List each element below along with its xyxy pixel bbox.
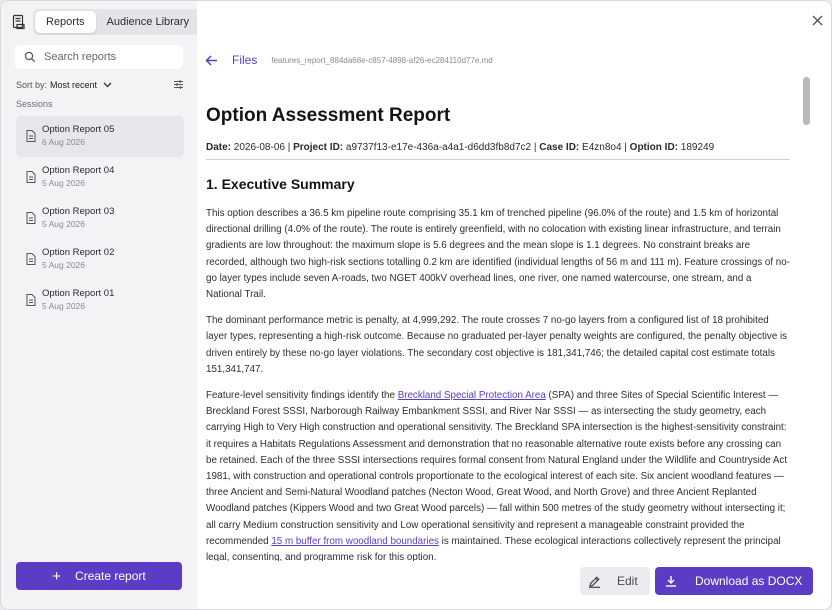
- edit-label: Edit: [617, 574, 638, 588]
- sort-value[interactable]: Most recent: [50, 80, 97, 90]
- search-input[interactable]: [44, 51, 179, 63]
- document-icon: [26, 171, 36, 183]
- breckland-spa-link[interactable]: Breckland Special Protection Area: [398, 390, 546, 401]
- document-viewer[interactable]: Option Assessment Report Date: 2026-08-0…: [197, 75, 817, 561]
- session-title: Option Report 04: [42, 165, 115, 176]
- session-title: Option Report 03: [42, 206, 115, 217]
- app-window: Reports Audience Library Sort by: Most r…: [0, 0, 832, 610]
- search-box: [15, 45, 183, 69]
- paragraph-1: This option describes a 36.5 km pipeline…: [206, 208, 790, 301]
- document-icon: [26, 253, 36, 265]
- meta-project-id: a9737f13-e17e-436a-a4a1-d6dd3fb8d7c2: [345, 142, 532, 153]
- plus-icon: +: [52, 567, 62, 585]
- session-list: Option Report 05 6 Aug 2026 Option Repor…: [16, 116, 184, 321]
- sidebar-tabs: Reports Audience Library: [33, 9, 203, 35]
- session-date: 6 Aug 2026: [42, 137, 86, 147]
- meta-date: 2026-08-06: [233, 142, 285, 153]
- session-item[interactable]: Option Report 02 5 Aug 2026: [16, 239, 184, 280]
- meta-case-label: Case ID:: [539, 142, 580, 153]
- sort-label: Sort by:: [16, 80, 48, 90]
- close-icon[interactable]: [812, 15, 823, 26]
- download-icon: [666, 576, 676, 587]
- meta-date-label: Date:: [206, 142, 232, 153]
- session-date: 5 Aug 2026: [42, 178, 86, 188]
- paragraph-2: The dominant performance metric is penal…: [206, 315, 788, 375]
- chevron-down-icon[interactable]: [103, 82, 112, 88]
- download-label: Download as DOCX: [695, 574, 803, 588]
- search-icon: [24, 51, 36, 63]
- tab-reports[interactable]: Reports: [35, 11, 96, 33]
- create-report-button[interactable]: + Create report: [16, 562, 182, 590]
- document-meta: Date: 2026-08-06 | Project ID: a9737f13-…: [206, 142, 790, 160]
- session-date: 5 Aug 2026: [42, 219, 86, 229]
- meta-project-label: Project ID:: [293, 142, 344, 153]
- reports-app-icon: [12, 14, 25, 30]
- meta-option-label: Option ID:: [629, 142, 678, 153]
- main-panel: Files features_report_884da68e-c857-4898…: [197, 1, 831, 609]
- file-name: features_report_884da68e-c857-4898-af26-…: [271, 55, 493, 65]
- session-item[interactable]: Option Report 03 5 Aug 2026: [16, 198, 184, 239]
- document-title: Option Assessment Report: [206, 105, 451, 126]
- download-docx-button[interactable]: Download as DOCX: [655, 567, 813, 595]
- paragraph-3: Feature-level sensitivity findings ident…: [206, 388, 790, 561]
- session-item[interactable]: Option Report 04 5 Aug 2026: [16, 157, 184, 198]
- section-heading: 1. Executive Summary: [206, 176, 355, 192]
- edit-button[interactable]: Edit: [580, 567, 650, 595]
- meta-case-id: E4zn8o4: [582, 142, 622, 153]
- woodland-buffer-link[interactable]: 15 m buffer from woodland boundaries: [271, 536, 439, 547]
- sessions-heading: Sessions: [16, 99, 53, 109]
- sort-control: Sort by: Most recent: [16, 78, 184, 92]
- session-date: 5 Aug 2026: [42, 260, 86, 270]
- document-content: Option Assessment Report Date: 2026-08-0…: [206, 105, 790, 561]
- scrollbar[interactable]: [803, 77, 810, 125]
- document-icon: [26, 212, 36, 224]
- filter-sliders-icon[interactable]: [173, 79, 184, 90]
- files-link[interactable]: Files: [232, 53, 257, 67]
- session-title: Option Report 02: [42, 247, 115, 258]
- tab-audience-library[interactable]: Audience Library: [96, 11, 201, 33]
- sidebar: Reports Audience Library Sort by: Most r…: [1, 1, 203, 609]
- session-title: Option Report 05: [42, 124, 115, 135]
- paragraph-3-text-a: Feature-level sensitivity findings ident…: [206, 390, 398, 402]
- document-icon: [26, 294, 36, 306]
- back-arrow-icon[interactable]: [205, 54, 218, 66]
- paragraph-3-text-b: (SPA) and three Sites of Special Scienti…: [206, 390, 788, 547]
- document-icon: [26, 130, 36, 142]
- session-date: 5 Aug 2026: [42, 301, 86, 311]
- create-report-label: Create report: [75, 569, 146, 583]
- session-item[interactable]: Option Report 05 6 Aug 2026: [16, 116, 184, 157]
- session-item[interactable]: Option Report 01 5 Aug 2026: [16, 280, 184, 321]
- meta-option-id: 189249: [680, 142, 715, 153]
- session-title: Option Report 01: [42, 288, 115, 299]
- pencil-icon: [589, 575, 600, 588]
- breadcrumb: Files features_report_884da68e-c857-4898…: [205, 52, 493, 68]
